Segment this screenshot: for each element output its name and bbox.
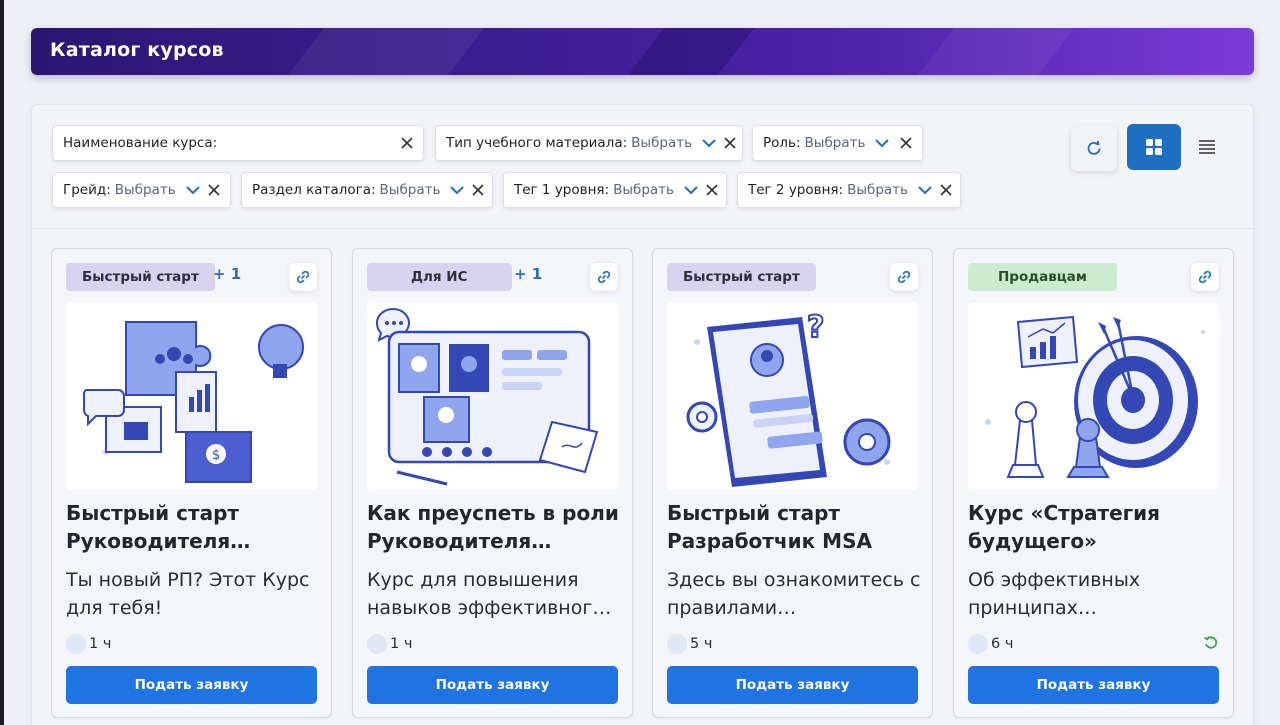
apply-button[interactable]: Подать заявку xyxy=(667,666,918,704)
course-title[interactable]: Быстрый старт Разработчик MSA xyxy=(667,499,922,555)
filter-material-type[interactable]: Тип учебного материала: Выбрать xyxy=(435,125,743,161)
svg-text:$: $ xyxy=(212,448,220,463)
course-illustration xyxy=(968,302,1219,490)
filter-label: Раздел каталога: xyxy=(252,182,376,198)
close-icon[interactable] xyxy=(716,137,736,149)
category-badge: Продавцам xyxy=(968,263,1117,291)
course-title[interactable]: Курс «Стратегия будущего» xyxy=(968,499,1223,555)
link-icon xyxy=(597,270,611,284)
clock-icon xyxy=(968,634,988,654)
chevron-down-icon[interactable] xyxy=(875,138,890,148)
course-title[interactable]: Быстрый старт Руководителя… xyxy=(66,499,321,555)
close-icon[interactable] xyxy=(698,184,718,196)
chevron-down-icon[interactable] xyxy=(684,185,698,195)
extra-tags-count[interactable]: + 1 xyxy=(514,265,542,283)
course-duration: 1 ч xyxy=(66,634,111,654)
course-card[interactable]: Быстрый старт ? Быстрый старт Разработчи… xyxy=(652,248,933,718)
clock-icon xyxy=(367,634,387,654)
filter-course-name[interactable]: Наименование курса: xyxy=(52,125,424,161)
chevron-down-icon[interactable] xyxy=(450,185,465,195)
filter-value: Выбрать xyxy=(847,182,909,198)
close-icon[interactable] xyxy=(464,184,485,196)
filter-role[interactable]: Роль: Выбрать xyxy=(752,125,923,161)
apply-button[interactable]: Подать заявку xyxy=(367,666,618,704)
course-duration: 1 ч xyxy=(367,634,412,654)
chevron-down-icon[interactable] xyxy=(702,138,716,148)
refresh-button[interactable] xyxy=(1071,125,1117,171)
filter-label: Тег 2 уровня: xyxy=(748,182,844,198)
course-illustration: $ xyxy=(66,302,317,490)
category-badge: Быстрый старт xyxy=(667,263,816,291)
filter-label: Тег 1 уровня: xyxy=(514,182,610,198)
duration-value: 1 ч xyxy=(390,636,413,652)
duration-value: 5 ч xyxy=(690,636,713,652)
copy-link-button[interactable] xyxy=(890,263,918,291)
chevron-down-icon[interactable] xyxy=(185,185,200,195)
course-duration: 5 ч xyxy=(667,634,712,654)
category-badge: Быстрый старт xyxy=(66,263,215,291)
filter-label: Наименование курса: xyxy=(63,135,218,151)
course-card[interactable]: Продавцам Курс «Стратегия будущего» Об э… xyxy=(953,248,1234,718)
link-icon xyxy=(296,270,310,284)
link-icon xyxy=(897,270,911,284)
extra-tags-count[interactable]: + 1 xyxy=(213,265,241,283)
filter-value: Выбрать xyxy=(613,182,675,198)
filter-catalog-section[interactable]: Раздел каталога: Выбрать xyxy=(241,172,493,208)
course-description: Здесь вы ознакомитесь с правилами… xyxy=(667,569,921,619)
close-icon[interactable] xyxy=(932,184,952,196)
apply-button[interactable]: Подать заявку xyxy=(968,666,1219,704)
copy-link-button[interactable] xyxy=(289,263,317,291)
grid-view-button[interactable] xyxy=(1127,124,1181,170)
filter-tag-level-2[interactable]: Тег 2 уровня: Выбрать xyxy=(737,172,961,208)
close-icon[interactable] xyxy=(200,184,220,196)
course-description: Ты новый РП? Этот Курс для тебя! xyxy=(66,569,310,619)
page-header: Каталог курсов xyxy=(31,28,1254,75)
copy-link-button[interactable] xyxy=(590,263,618,291)
repeat-icon xyxy=(1203,635,1219,655)
course-duration: 6 ч xyxy=(968,634,1013,654)
close-icon[interactable] xyxy=(892,137,912,149)
duration-value: 1 ч xyxy=(89,636,112,652)
apply-button[interactable]: Подать заявку xyxy=(66,666,317,704)
list-view-icon xyxy=(1199,140,1215,154)
course-description: Курс для повышения навыков эффективног… xyxy=(367,569,612,619)
course-illustration xyxy=(367,302,618,490)
svg-text:?: ? xyxy=(807,310,824,345)
filter-value: Выбрать xyxy=(804,135,866,151)
filter-value: Выбрать xyxy=(631,135,693,151)
course-card[interactable]: Для ИС + 1 Как преуспеть в роли Руководи… xyxy=(352,248,633,718)
copy-link-button[interactable] xyxy=(1191,263,1219,291)
clock-icon xyxy=(667,634,687,654)
left-edge xyxy=(0,0,4,725)
list-view-button[interactable] xyxy=(1184,124,1230,170)
course-card[interactable]: Быстрый старт + 1 $ Быстрый старт Руково… xyxy=(51,248,332,718)
filter-value: Выбрать xyxy=(379,182,441,198)
duration-value: 6 ч xyxy=(991,636,1014,652)
clock-icon xyxy=(66,634,86,654)
close-icon[interactable] xyxy=(393,137,413,149)
filter-label: Тип учебного материала: xyxy=(446,135,628,151)
category-badge: Для ИС xyxy=(367,263,512,291)
chevron-down-icon[interactable] xyxy=(918,185,932,195)
course-description: Об эффективных принципах… xyxy=(968,569,1141,619)
grid-view-icon xyxy=(1146,139,1162,155)
refresh-icon xyxy=(1087,140,1101,155)
filter-label: Роль: xyxy=(763,135,801,151)
link-icon xyxy=(1198,270,1212,284)
page-title: Каталог курсов xyxy=(50,39,224,61)
filter-tag-level-1[interactable]: Тег 1 уровня: Выбрать xyxy=(503,172,727,208)
course-title[interactable]: Как преуспеть в роли Руководителя… xyxy=(367,499,622,555)
course-illustration: ? xyxy=(667,302,918,490)
filter-grade[interactable]: Грейд: Выбрать xyxy=(52,172,231,208)
filter-value: Выбрать xyxy=(114,182,176,198)
divider xyxy=(32,228,1253,229)
filter-label: Грейд: xyxy=(63,182,111,198)
